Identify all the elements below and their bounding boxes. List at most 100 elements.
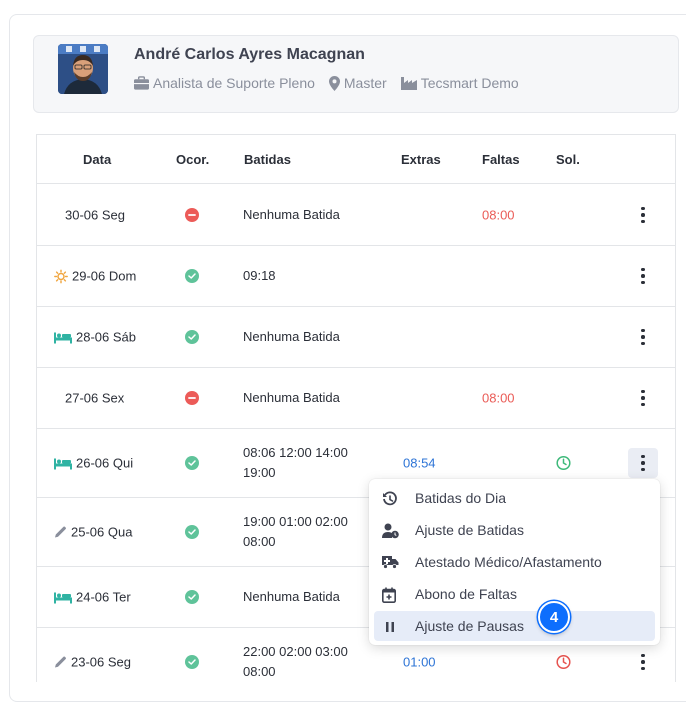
more-dot-icon (641, 206, 645, 211)
row-actions-button[interactable] (628, 383, 658, 413)
status-ok-icon[interactable] (185, 269, 199, 283)
header-solicitacoes[interactable]: Sol. (556, 152, 580, 167)
location-label: Master (343, 75, 387, 91)
step-badge: 4 (538, 601, 570, 633)
more-dot-icon (641, 280, 645, 285)
row-actions-button[interactable] (628, 448, 658, 478)
date-label: 26-06 Qui (76, 455, 134, 471)
bed-icon (54, 591, 72, 603)
status-error-icon[interactable] (185, 208, 199, 222)
status-ok-icon[interactable] (185, 655, 199, 669)
date-cell: 26-06 Qui (54, 456, 133, 471)
map-marker-icon (328, 75, 340, 91)
row-actions-button[interactable] (628, 261, 658, 291)
more-dot-icon (641, 402, 645, 407)
date-label: 27-06 Sex (65, 390, 125, 406)
menu-item-ajuste-de-pausas[interactable]: Ajuste de Pausas (374, 611, 655, 641)
role-label: Analista de Suporte Pleno (153, 75, 315, 91)
employee-name: André Carlos Ayres Macagnan (134, 46, 365, 63)
date-label: 25-06 Qua (71, 524, 133, 540)
briefcase-icon (134, 76, 149, 90)
status-ok-icon[interactable] (185, 330, 199, 344)
row-actions-button[interactable] (628, 647, 658, 677)
menu-item-label: Atestado Médico/Afastamento (415, 554, 602, 570)
employee-meta: Analista de Suporte Pleno Master Tecsmar… (134, 75, 529, 91)
pencil-icon (54, 656, 67, 669)
batidas-cell: Nenhuma Batida (243, 589, 340, 604)
batidas-cell: 08:06 12:00 14:00 19:00 (243, 445, 348, 480)
sun-icon (54, 269, 68, 283)
menu-item-label: Ajuste de Batidas (415, 522, 524, 538)
menu-item-batidas-do-dia[interactable]: Batidas do Dia (374, 483, 655, 513)
header-faltas[interactable]: Faltas (482, 152, 520, 167)
location-info: Master (328, 75, 387, 91)
batidas-cell: Nenhuma Batida (243, 329, 340, 344)
row-actions-button[interactable] (628, 200, 658, 230)
date-label: 24-06 Ter (76, 589, 131, 605)
header-batidas[interactable]: Batidas (244, 152, 291, 167)
more-dot-icon (641, 396, 645, 400)
batidas-cell: 19:00 01:00 02:00 08:00 (243, 514, 348, 549)
header-extras[interactable]: Extras (401, 152, 441, 167)
employee-profile-card: André Carlos Ayres Macagnan Analista de … (33, 35, 679, 113)
date-label: 30-06 Seg (65, 207, 125, 223)
date-label: 29-06 Dom (72, 268, 137, 284)
row-actions-button[interactable] (628, 322, 658, 352)
menu-item-label: Abono de Faltas (415, 586, 517, 602)
status-ok-icon[interactable] (185, 590, 199, 604)
date-cell: 30-06 Seg (65, 208, 125, 223)
ambulance-icon (382, 555, 399, 571)
company-info: Tecsmart Demo (400, 75, 519, 91)
status-ok-icon[interactable] (185, 525, 199, 539)
avatar (58, 44, 108, 94)
calendar-plus-icon (382, 587, 398, 603)
status-ok-icon[interactable] (185, 456, 199, 470)
more-dot-icon (641, 666, 645, 671)
role-info: Analista de Suporte Pleno (134, 75, 315, 91)
history-icon (382, 491, 398, 507)
header-data[interactable]: Data (83, 152, 111, 167)
more-dot-icon (641, 274, 645, 278)
date-cell: 25-06 Qua (54, 525, 132, 540)
table-row: 30-06 Seg Nenhuma Batida 08:00 (37, 185, 675, 246)
batidas-cell: 09:18 (243, 268, 276, 283)
date-label: 23-06 Seg (71, 654, 131, 670)
batidas-cell: Nenhuma Batida (243, 390, 340, 405)
more-dot-icon (641, 213, 645, 217)
more-dot-icon (641, 461, 645, 465)
more-dot-icon (641, 389, 645, 394)
batidas-cell: Nenhuma Batida (243, 207, 340, 222)
more-dot-icon (641, 467, 645, 472)
more-dot-icon (641, 328, 645, 333)
clock-red-icon[interactable] (556, 654, 571, 670)
more-dot-icon (641, 454, 645, 459)
menu-item-label: Ajuste de Pausas (415, 618, 524, 634)
menu-item-ajuste-de-batidas[interactable]: Ajuste de Batidas (374, 515, 655, 545)
table-header: Data Ocor. Batidas Extras Faltas Sol. (37, 135, 675, 184)
extras-cell[interactable]: 01:00 (403, 655, 436, 670)
table-row: 27-06 Sex Nenhuma Batida 08:00 (37, 368, 675, 429)
header-ocorrencias[interactable]: Ocor. (176, 152, 209, 167)
menu-item-atestado-medico-afastamento[interactable]: Atestado Médico/Afastamento (374, 547, 655, 577)
more-dot-icon (641, 267, 645, 272)
status-error-icon[interactable] (185, 391, 199, 405)
more-dot-icon (641, 660, 645, 664)
faltas-cell: 08:00 (482, 207, 515, 223)
clock-green-icon[interactable] (556, 455, 571, 471)
batidas-cell: 22:00 02:00 03:00 08:00 (243, 644, 348, 679)
menu-item-label: Batidas do Dia (415, 490, 507, 506)
date-label: 28-06 Sáb (76, 329, 136, 345)
more-dot-icon (641, 219, 645, 224)
menu-item-abono-de-faltas[interactable]: Abono de Faltas (374, 579, 655, 609)
table-row: 28-06 Sáb Nenhuma Batida (37, 307, 675, 368)
pause-icon (382, 619, 398, 635)
table-row: 29-06 Dom 09:18 (37, 246, 675, 307)
more-dot-icon (641, 341, 645, 346)
date-cell: 29-06 Dom (54, 269, 136, 284)
bed-icon (54, 457, 72, 469)
date-cell: 28-06 Sáb (54, 330, 136, 345)
bed-icon (54, 331, 72, 343)
user-clock-icon (382, 523, 399, 539)
extras-cell[interactable]: 08:54 (403, 456, 436, 471)
date-cell: 23-06 Seg (54, 655, 131, 670)
